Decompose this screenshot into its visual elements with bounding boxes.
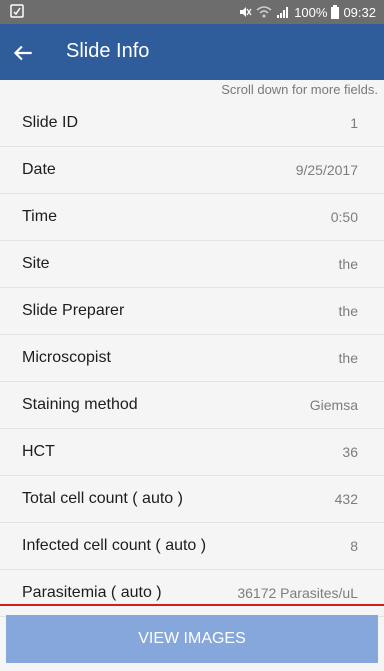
row-label: Time: [22, 208, 57, 225]
row-value: 0:50: [330, 209, 358, 225]
row-label: Slide ID: [22, 114, 79, 131]
row-value: the: [338, 256, 358, 272]
status-indicators: 100% 09:32: [238, 4, 376, 20]
row-label: Infected cell count ( auto ): [22, 537, 207, 554]
battery-percent: 100%: [294, 4, 328, 20]
scroll-hint: Scroll down for more fields.: [221, 82, 378, 97]
row-site[interactable]: Site the: [0, 241, 384, 288]
view-images-button[interactable]: VIEW IMAGES: [6, 615, 378, 663]
row-label: Total cell count ( auto ): [22, 490, 183, 507]
row-hct[interactable]: HCT 36: [0, 429, 384, 476]
row-value: 9/25/2017: [295, 162, 358, 178]
status-bar: 100% 09:32: [0, 0, 384, 24]
row-label: Slide Preparer: [22, 302, 125, 319]
row-value: the: [338, 303, 358, 319]
row-staining-method[interactable]: Staining method Giemsa: [0, 382, 384, 429]
notification-icon: [10, 4, 24, 18]
row-value: 8: [350, 538, 358, 554]
mute-icon: [240, 7, 252, 17]
row-time[interactable]: Time 0:50: [0, 194, 384, 241]
row-label: Site: [22, 255, 50, 272]
row-value: 36: [342, 444, 358, 460]
row-infected-cell-count[interactable]: Infected cell count ( auto ) 8: [0, 523, 384, 570]
row-label: Microscopist: [22, 349, 111, 366]
back-arrow-icon[interactable]: [10, 40, 36, 66]
signal-icon: [277, 7, 289, 18]
row-label: Date: [22, 161, 56, 178]
footer-divider: [0, 604, 384, 606]
row-label: HCT: [22, 443, 55, 460]
row-total-cell-count[interactable]: Total cell count ( auto ) 432: [0, 476, 384, 523]
row-value: 36172 Parasites/uL: [237, 585, 358, 601]
row-label: Parasitemia ( auto ): [22, 584, 162, 601]
slide-info-list: Slide ID 1 Date 9/25/2017 Time 0:50 Site…: [0, 100, 384, 617]
wifi-icon: [256, 6, 272, 18]
row-value: 432: [334, 491, 358, 507]
row-value: 1: [350, 115, 358, 131]
battery-icon: [331, 5, 340, 19]
app-bar: Slide Info: [0, 24, 384, 80]
row-slide-id[interactable]: Slide ID 1: [0, 100, 384, 147]
row-value: the: [338, 350, 358, 366]
row-label: Staining method: [22, 396, 138, 413]
row-date[interactable]: Date 9/25/2017: [0, 147, 384, 194]
row-parasitemia[interactable]: Parasitemia ( auto ) 36172 Parasites/uL: [0, 570, 384, 617]
page-title: Slide Info: [66, 40, 150, 62]
row-slide-preparer[interactable]: Slide Preparer the: [0, 288, 384, 335]
row-microscopist[interactable]: Microscopist the: [0, 335, 384, 382]
status-time: 09:32: [343, 4, 376, 20]
row-value: Giemsa: [309, 397, 358, 413]
